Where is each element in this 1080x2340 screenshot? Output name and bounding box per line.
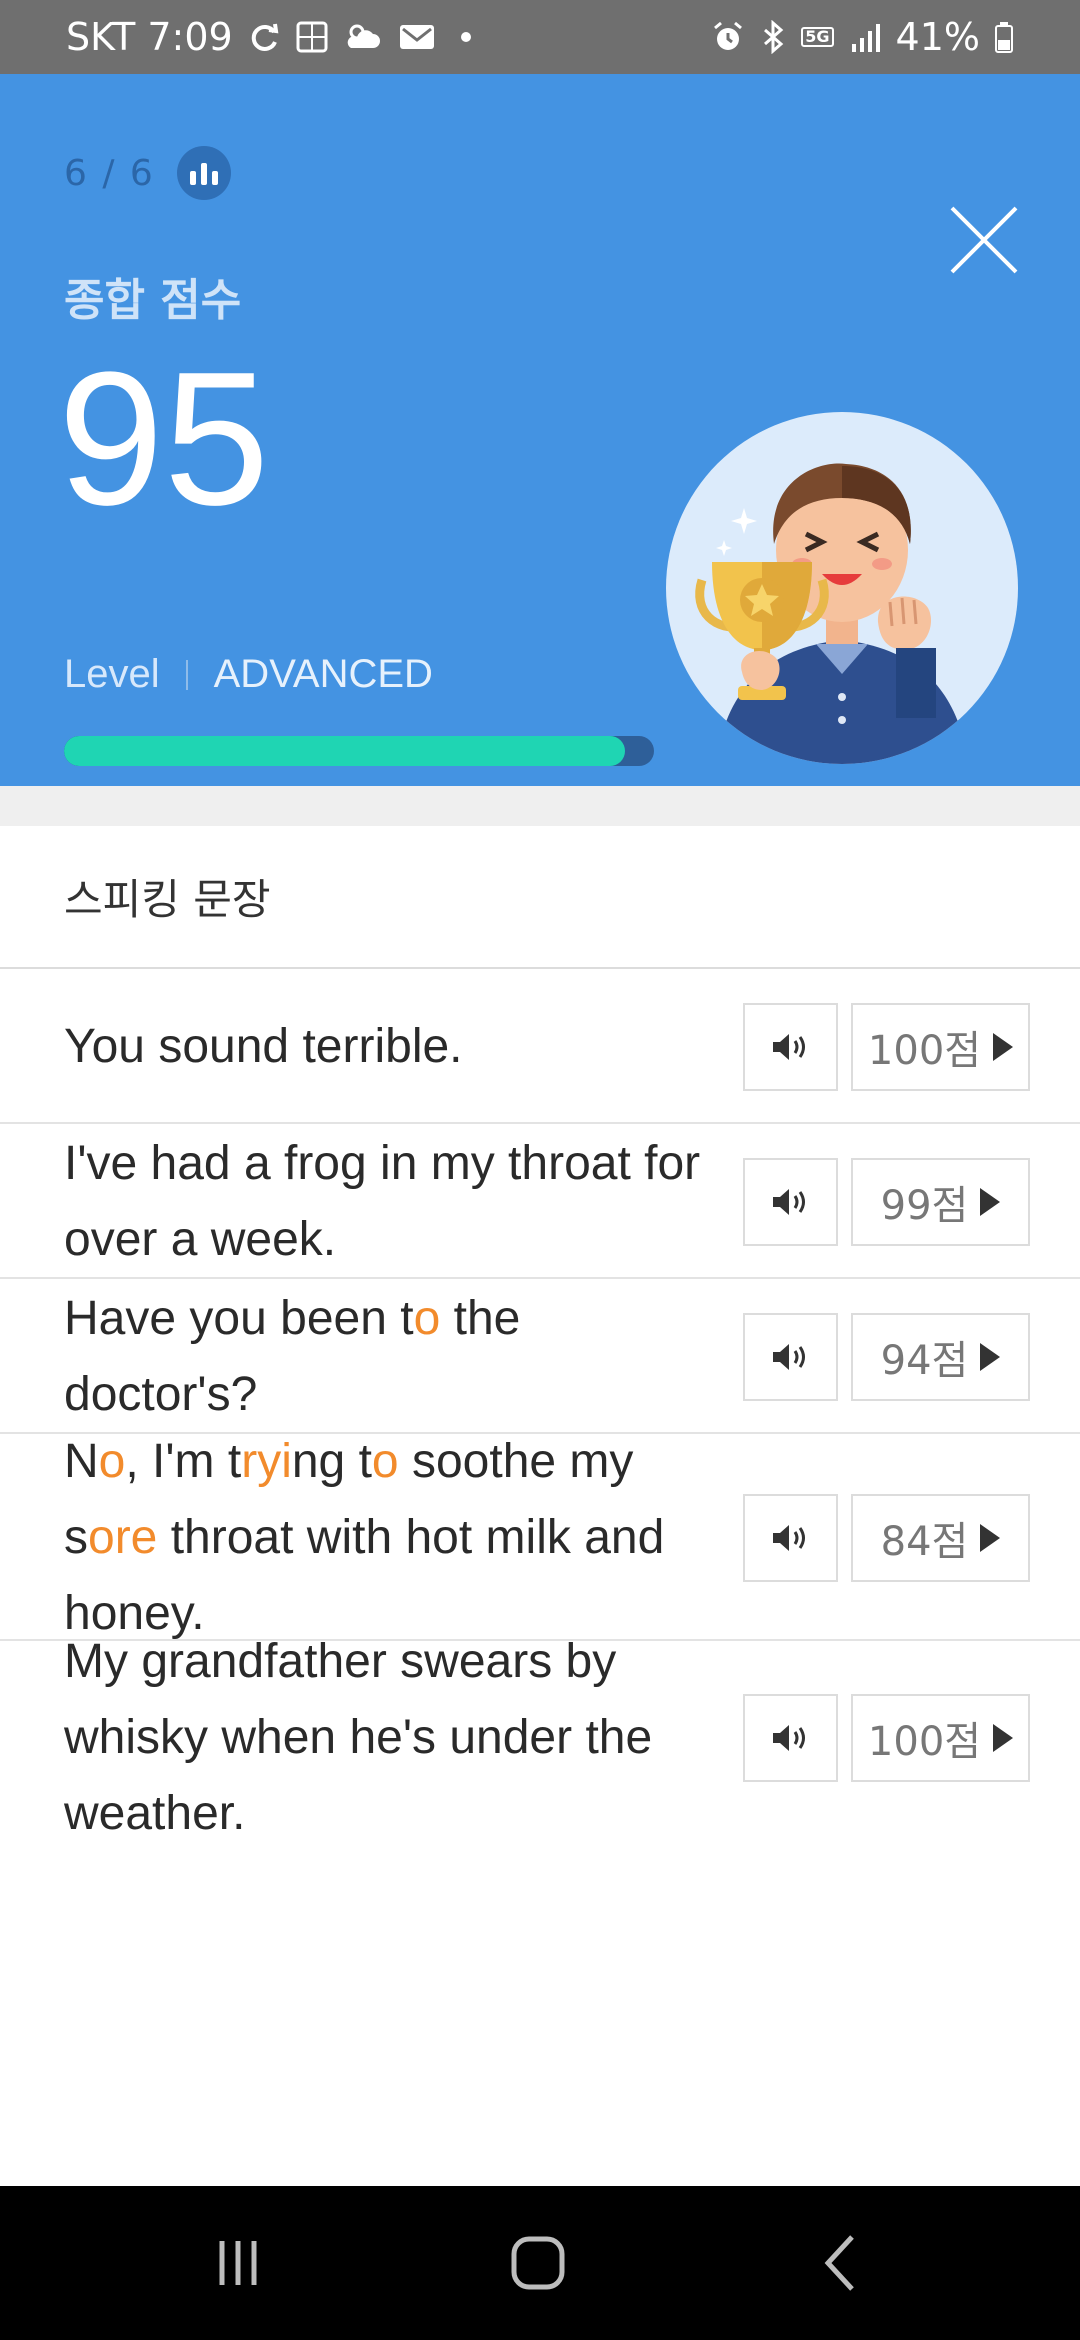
sentence-score: 94점 — [880, 1338, 969, 1384]
battery-percent: 41% — [895, 15, 980, 59]
level-progress-fill — [64, 736, 625, 766]
close-button[interactable] — [948, 204, 1020, 276]
play-arrow-icon — [980, 1343, 1001, 1371]
sentence-score: 100점 — [867, 1028, 982, 1074]
network-icon: 5G — [801, 27, 834, 47]
back-icon — [824, 2235, 854, 2291]
speaker-icon — [772, 1189, 805, 1215]
total-score-label: 종합 점수 — [64, 275, 242, 326]
sentence-row: You sound terrible. 100점 — [0, 967, 1080, 1122]
play-arrow-icon — [993, 1724, 1014, 1752]
sentence-segment: You sound terrible. — [64, 1020, 463, 1073]
bar-chart-icon[interactable] — [176, 146, 231, 200]
mispronounced-segment: ryi — [241, 1435, 292, 1488]
translate-icon — [295, 20, 329, 54]
recents-icon — [219, 2241, 257, 2285]
play-audio-button[interactable] — [743, 1494, 838, 1582]
sentence-segment: ng t — [291, 1435, 372, 1488]
notification-dot — [460, 32, 471, 42]
sentence-row: I've had a frog in my throat for over a … — [0, 1122, 1080, 1277]
play-arrow-icon — [993, 1033, 1014, 1061]
level-divider — [185, 659, 188, 690]
level-progress-bar — [64, 736, 654, 766]
play-audio-button[interactable] — [743, 1694, 838, 1782]
section-title: 스피킹 문장 — [64, 875, 271, 924]
mail-icon — [397, 20, 437, 54]
speaker-icon — [772, 1344, 805, 1370]
mispronounced-segment: o — [98, 1435, 126, 1488]
sentence-score-button[interactable]: 94점 — [851, 1313, 1030, 1401]
weather-icon — [343, 20, 383, 54]
signal-icon — [848, 20, 882, 54]
level-value: ADVANCED — [213, 652, 433, 696]
sync-icon — [247, 20, 281, 54]
sentence-segment: I've had a frog in my throat for over a … — [64, 1137, 701, 1266]
sentence-text: My grandfather swears by whisky when he'… — [64, 1624, 704, 1852]
sentence-score: 84점 — [880, 1519, 969, 1565]
home-button[interactable] — [458, 2186, 618, 2340]
bluetooth-icon — [759, 20, 787, 54]
section-divider — [0, 786, 1080, 826]
home-icon — [511, 2236, 565, 2290]
play-audio-button[interactable] — [743, 1003, 838, 1091]
sentence-segment: My grandfather swears by whisky when he'… — [64, 1635, 653, 1840]
play-arrow-icon — [980, 1524, 1001, 1552]
sentence-score-button[interactable]: 99점 — [851, 1158, 1030, 1246]
close-icon — [950, 206, 1018, 274]
progress-count: 6 / 6 — [64, 152, 155, 194]
speaker-icon — [772, 1725, 805, 1751]
speaker-icon — [772, 1034, 805, 1060]
play-arrow-icon — [980, 1188, 1001, 1216]
speaker-icon — [772, 1525, 805, 1551]
sentence-row: My grandfather swears by whisky when he'… — [0, 1635, 1080, 1840]
back-button[interactable] — [762, 2186, 922, 2340]
system-nav-bar — [0, 2186, 1080, 2340]
sentence-text: You sound terrible. — [64, 1009, 704, 1085]
sentence-text: Have you been to the doctor's? — [64, 1281, 704, 1433]
level-row: Level ADVANCED — [64, 652, 433, 697]
mispronounced-segment: o — [371, 1435, 399, 1488]
sentence-score: 100점 — [867, 1719, 982, 1765]
sentence-segment: Have you been t — [64, 1292, 414, 1345]
sentence-text: I've had a frog in my throat for over a … — [64, 1126, 704, 1278]
sentence-text: No, I'm trying to soothe my sore throat … — [64, 1424, 704, 1652]
alarm-icon — [711, 20, 745, 54]
mispronounced-segment: ore — [88, 1511, 158, 1564]
progress-indicator: 6 / 6 — [64, 146, 231, 200]
play-audio-button[interactable] — [743, 1158, 838, 1246]
level-label: Level — [64, 652, 160, 696]
total-score-value: 95 — [58, 333, 270, 545]
play-audio-button[interactable] — [743, 1313, 838, 1401]
sentence-score-button[interactable]: 100점 — [851, 1003, 1030, 1091]
recents-button[interactable] — [158, 2186, 318, 2340]
sentence-segment: N — [64, 1435, 99, 1488]
sentence-list: You sound terrible. 100점 I've had a frog i… — [0, 967, 1080, 1840]
battery-icon — [994, 20, 1014, 54]
score-header: 6 / 6 종합 점수 95 Level ADVANCED — [0, 74, 1080, 786]
trophy-avatar-illustration — [666, 412, 1018, 764]
sentence-row: No, I'm trying to soothe my sore throat … — [0, 1432, 1080, 1640]
status-bar: SKT 7:09 5G 41% — [0, 0, 1080, 74]
sentence-score: 99점 — [880, 1183, 969, 1229]
sentence-score-button[interactable]: 100점 — [851, 1694, 1030, 1782]
carrier-time: SKT 7:09 — [66, 15, 233, 59]
sentence-segment: , I'm t — [125, 1435, 242, 1488]
mispronounced-segment: o — [413, 1292, 441, 1345]
sentence-row: Have you been to the doctor's? 94점 — [0, 1277, 1080, 1432]
sentence-score-button[interactable]: 84점 — [851, 1494, 1030, 1582]
